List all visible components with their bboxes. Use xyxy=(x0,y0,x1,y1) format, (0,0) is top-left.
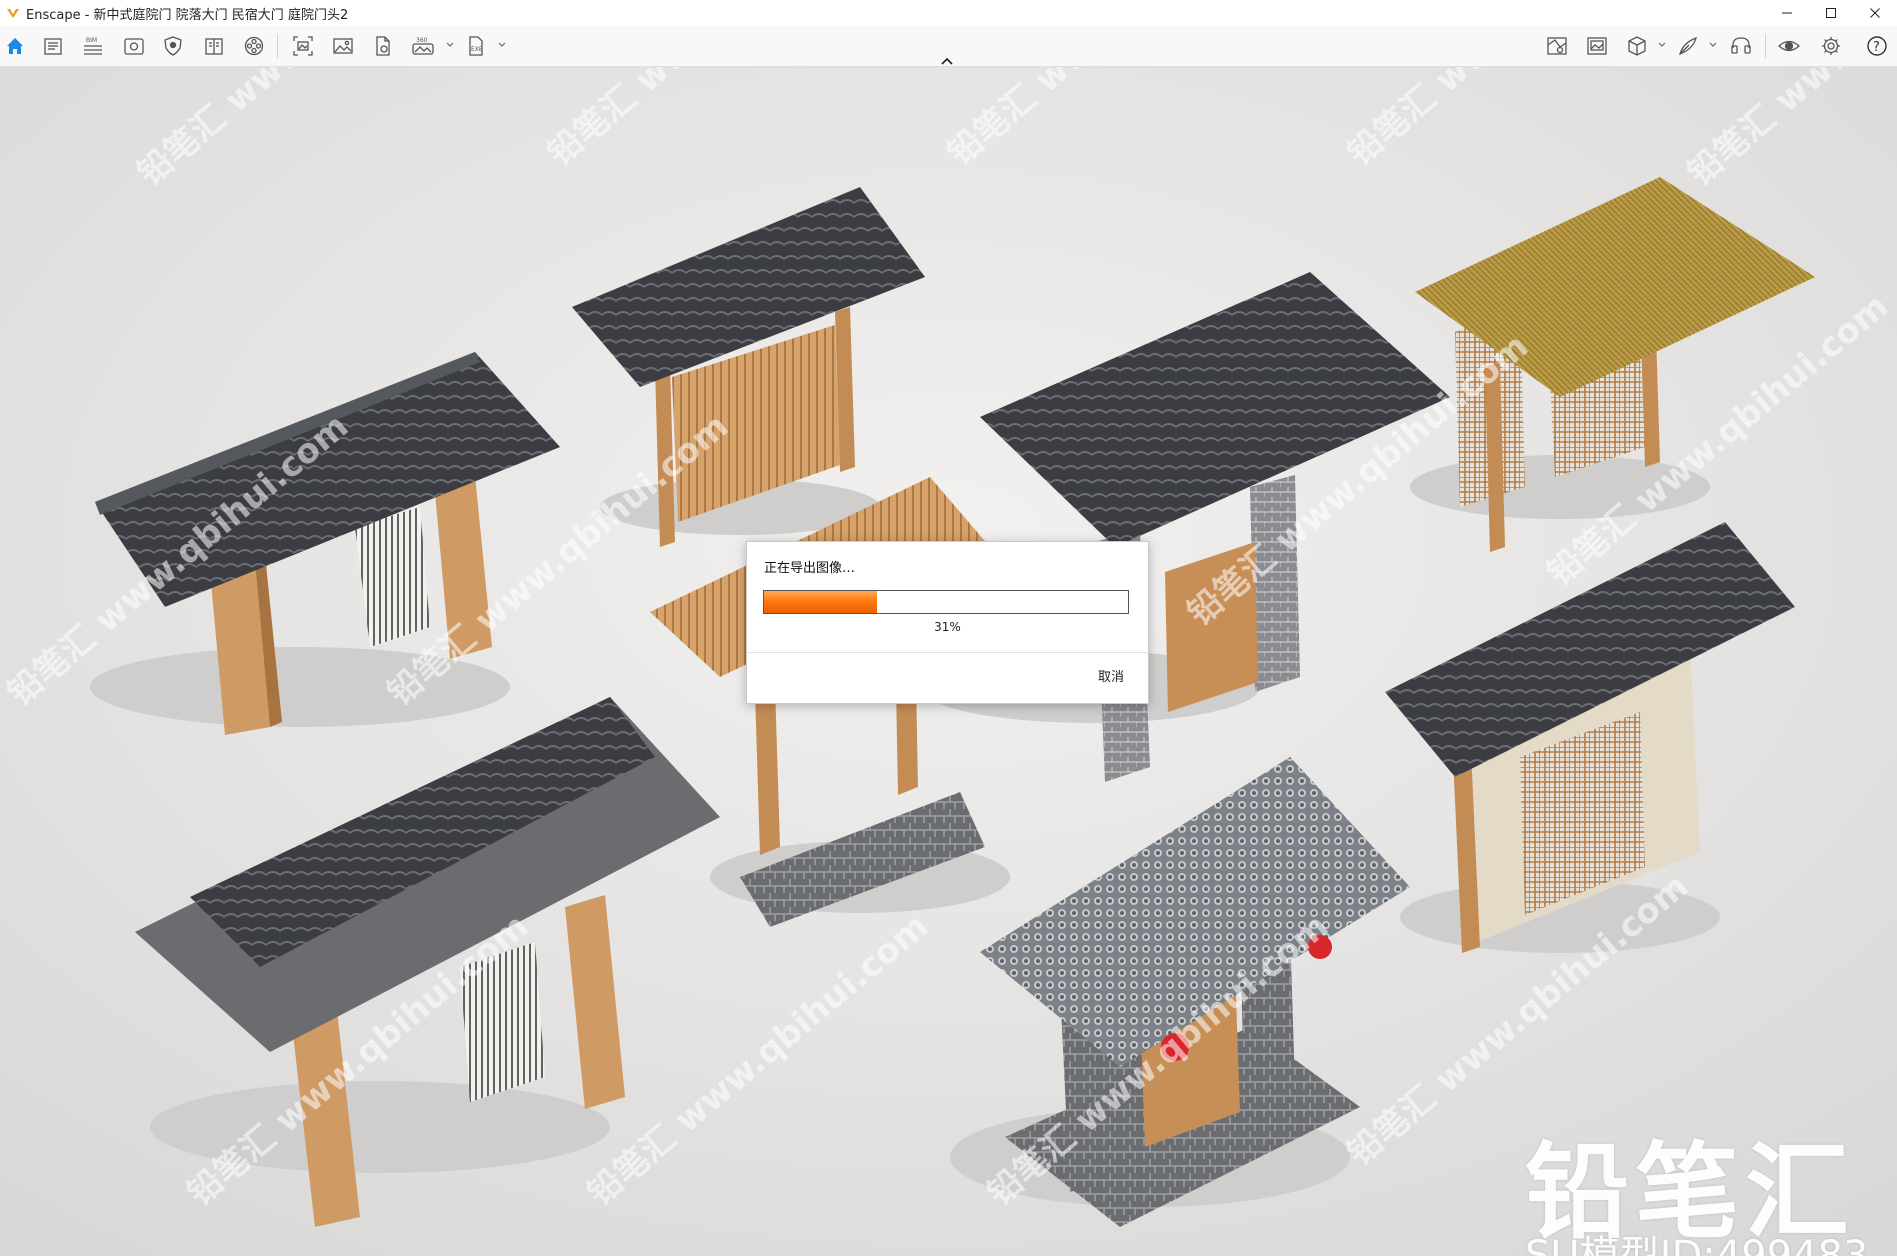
asset-library-icon xyxy=(44,38,62,55)
chevron-down-icon xyxy=(446,42,454,47)
panorama-icon: 360 xyxy=(412,37,434,55)
view-button[interactable] xyxy=(122,34,146,58)
export-progress-dialog: 正在导出图像… 31% 取消 xyxy=(746,541,1149,704)
bim-icon: BIM xyxy=(84,37,102,55)
book-icon xyxy=(205,38,223,55)
eye-icon xyxy=(1778,40,1800,52)
feather-dropdown[interactable] xyxy=(1708,40,1718,50)
export-icon xyxy=(376,36,390,56)
video-editor-button[interactable] xyxy=(242,34,266,58)
progress-percent: 31% xyxy=(934,620,961,634)
view-icon xyxy=(124,38,144,55)
cube-dropdown[interactable] xyxy=(1657,40,1667,50)
toolbar-separator xyxy=(277,34,278,58)
toolbar-separator xyxy=(1765,34,1766,58)
minimize-button[interactable] xyxy=(1765,0,1809,26)
picture-icon xyxy=(1587,37,1607,55)
image-icon xyxy=(333,38,353,54)
help-button[interactable]: ? xyxy=(1865,34,1889,58)
bim-button[interactable]: BIM xyxy=(81,34,105,58)
collapse-toolbar-toggle[interactable] xyxy=(938,52,956,65)
model-id-watermark: SU模型ID:499483 xyxy=(1525,1233,1869,1256)
feather-button[interactable] xyxy=(1676,34,1700,58)
asset-library-button[interactable] xyxy=(41,34,65,58)
chevron-down-icon xyxy=(498,42,506,47)
window-title: Enscape - 新中式庭院门 院落大门 民宿大门 庭院门头2 xyxy=(26,7,349,23)
panorama-label: 360 xyxy=(416,37,428,44)
dialog-divider xyxy=(747,652,1148,653)
batch-export-button[interactable] xyxy=(371,34,395,58)
visibility-button[interactable] xyxy=(1777,34,1801,58)
headset-icon xyxy=(1731,37,1751,54)
chevron-up-icon xyxy=(941,57,953,65)
cube-icon xyxy=(1628,36,1646,56)
home-icon xyxy=(7,38,23,54)
map-icon xyxy=(1547,37,1567,55)
exe-icon: EXE xyxy=(469,36,483,56)
chevron-down-icon xyxy=(1658,42,1666,47)
settings-icon xyxy=(1822,37,1840,55)
cube-button[interactable] xyxy=(1625,34,1649,58)
title-bar: Enscape - 新中式庭院门 院落大门 民宿大门 庭院门头2 xyxy=(0,0,1897,26)
picture-button[interactable] xyxy=(1585,34,1609,58)
panorama-button[interactable]: 360 xyxy=(411,34,435,58)
help-icon: ? xyxy=(1867,36,1887,56)
chevron-down-icon xyxy=(1709,42,1717,47)
close-icon xyxy=(1870,8,1880,18)
bim-label: BIM xyxy=(86,37,97,44)
shield-icon xyxy=(164,36,182,56)
dialog-title: 正在导出图像… xyxy=(764,561,856,576)
minimize-icon xyxy=(1782,12,1792,14)
book-button[interactable] xyxy=(202,34,226,58)
map-button[interactable] xyxy=(1545,34,1569,58)
feather-icon xyxy=(1679,36,1697,56)
maximize-icon xyxy=(1826,8,1836,18)
settings-button[interactable] xyxy=(1819,34,1843,58)
film-icon xyxy=(244,36,264,56)
home-button[interactable] xyxy=(3,34,27,58)
enscape-logo-icon xyxy=(7,9,19,18)
exe-export-button[interactable]: EXE xyxy=(464,34,488,58)
image-export-button[interactable] xyxy=(331,34,355,58)
progress-fill xyxy=(764,591,877,613)
close-button[interactable] xyxy=(1853,0,1897,26)
shield-button[interactable] xyxy=(161,34,185,58)
panorama-dropdown[interactable] xyxy=(445,40,455,50)
maximize-button[interactable] xyxy=(1809,0,1853,26)
exe-dropdown[interactable] xyxy=(497,40,507,50)
screenshot-button[interactable] xyxy=(291,34,315,58)
export-progress-bar xyxy=(763,590,1129,614)
screenshot-icon xyxy=(293,36,313,56)
vr-button[interactable] xyxy=(1729,34,1753,58)
help-label: ? xyxy=(1873,40,1880,55)
cancel-button[interactable]: 取消 xyxy=(1098,666,1124,685)
exe-label: EXE xyxy=(471,46,483,53)
